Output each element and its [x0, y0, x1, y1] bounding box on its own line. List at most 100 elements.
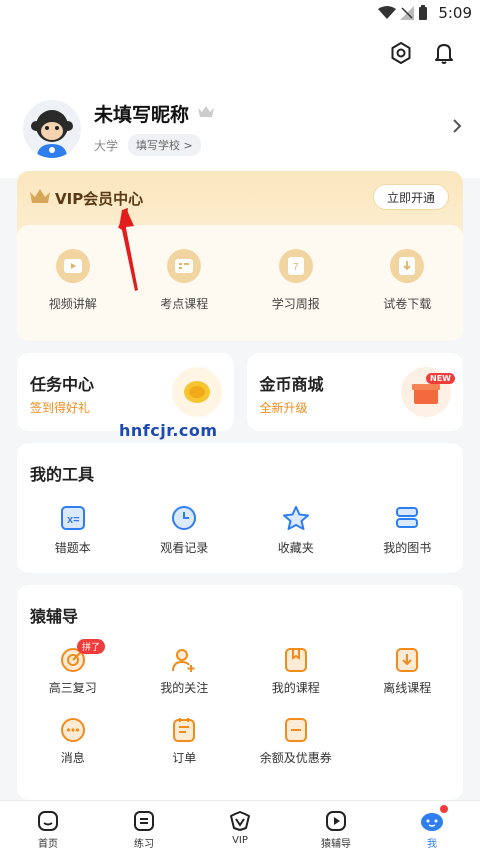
- tool-label: 观看记录: [160, 541, 209, 555]
- status-icons: [378, 5, 428, 21]
- fudao-label: 订单: [172, 751, 197, 765]
- vip-item-label: 视频讲解: [48, 297, 97, 311]
- svg-text:x=: x=: [67, 514, 80, 526]
- fudao-label: 我的关注: [160, 681, 209, 695]
- tool-favorites[interactable]: 收藏夹: [240, 505, 352, 556]
- fudao-row-1: 拼了 高三复习 我的关注 我的课程 离线课程: [17, 639, 464, 696]
- fudao-item-messages[interactable]: 消息: [17, 717, 129, 766]
- video-icon: [55, 249, 90, 283]
- message-icon: [60, 718, 85, 742]
- task-center-subtitle: 签到得好礼: [30, 401, 91, 415]
- coin-mall-card[interactable]: 金币商城 全新升级 NEW: [246, 353, 463, 431]
- books-icon: [396, 507, 419, 528]
- tab-me[interactable]: 我: [384, 801, 480, 855]
- vip-open-button[interactable]: 立即开通: [373, 184, 449, 210]
- fudao-label: 我的课程: [271, 681, 320, 695]
- fill-school-button[interactable]: 填写学校 >: [128, 134, 201, 156]
- fudao-label: 离线课程: [383, 681, 432, 695]
- vip-item-download[interactable]: 试卷下载: [352, 249, 464, 312]
- me-icon: [421, 813, 443, 831]
- vip-title: VIP会员中心: [55, 190, 144, 208]
- tool-wrong-questions[interactable]: x= 错题本: [17, 505, 129, 556]
- fudao-label: 余额及优惠券: [259, 751, 332, 765]
- vip-item-label: 考点课程: [160, 297, 209, 311]
- my-course-icon: [284, 648, 307, 672]
- my-tools-card: 我的工具 x= 错题本 观看记录 收藏夹 我的图书: [17, 443, 463, 573]
- avatar[interactable]: [23, 100, 81, 158]
- vip-item-course[interactable]: 考点课程: [129, 249, 241, 312]
- fudao-icon: [326, 811, 346, 831]
- fudao-item-senior-review[interactable]: 拼了 高三复习: [17, 639, 129, 696]
- order-icon: [173, 718, 196, 742]
- fudao-item-my-courses[interactable]: 我的课程: [240, 647, 352, 696]
- vip-header: VIP会员中心 立即开通: [17, 171, 463, 225]
- tab-home[interactable]: 首页: [0, 801, 96, 855]
- vip-features-panel: 视频讲解 考点课程 7 学习周报 试卷下载: [17, 225, 463, 341]
- school-row: 大学 填写学校 >: [94, 134, 201, 156]
- follow-icon: [172, 649, 195, 672]
- offline-course-icon: [396, 648, 419, 672]
- clock-time: 5:09: [438, 4, 472, 22]
- bottom-tab-bar: 首页 练习 VIP 猿辅导 我: [0, 800, 480, 855]
- vip-item-label: 试卷下载: [383, 297, 432, 311]
- vip-feature-list: 视频讲解 考点课程 7 学习周报 试卷下载: [17, 249, 463, 312]
- tools-list: x= 错题本 观看记录 收藏夹 我的图书: [17, 505, 463, 556]
- home-icon: [38, 811, 58, 831]
- weekly-report-icon: 7: [278, 249, 313, 283]
- tab-fudao[interactable]: 猿辅导: [288, 801, 384, 855]
- fudao-row-2: 消息 订单 余额及优惠券: [17, 717, 463, 766]
- tab-label: 首页: [38, 839, 58, 850]
- bell-icon[interactable]: [429, 38, 459, 68]
- coin-mall-title: 金币商城: [259, 375, 324, 394]
- top-bar: [0, 28, 480, 88]
- tab-vip[interactable]: VIP: [192, 801, 288, 855]
- new-badge: NEW: [426, 373, 455, 384]
- vip-center-card[interactable]: VIP会员中心 立即开通 视频讲解 考点课程 7 学习周报 试卷下载: [17, 171, 463, 341]
- tab-label: 练习: [134, 839, 154, 850]
- fudao-label: 高三复习: [48, 681, 97, 695]
- vip-item-label: 学习周报: [271, 297, 320, 311]
- coin-mall-subtitle: 全新升级: [259, 401, 308, 415]
- nickname[interactable]: 未填写昵称: [94, 100, 189, 127]
- status-bar: 5:09: [0, 0, 480, 28]
- tab-label: 猿辅导: [321, 839, 351, 850]
- profile-section[interactable]: 未填写昵称 大学 填写学校 >: [0, 88, 480, 168]
- practice-icon: [134, 811, 154, 831]
- vip-crown-icon: [30, 189, 50, 203]
- tool-label: 错题本: [54, 541, 91, 555]
- course-icon: [167, 249, 202, 283]
- fudao-title: 猿辅导: [30, 607, 79, 626]
- promo-badge: 拼了: [77, 639, 106, 654]
- clock-icon: [172, 506, 197, 530]
- vip-item-weekly[interactable]: 7 学习周报: [240, 249, 352, 312]
- university-label: 大学: [94, 138, 119, 153]
- tool-watch-history[interactable]: 观看记录: [129, 505, 241, 556]
- tab-label: 我: [427, 839, 437, 850]
- fudao-item-offline-courses[interactable]: 离线课程: [352, 647, 464, 696]
- wifi-icon: [378, 6, 396, 19]
- download-icon: [390, 249, 425, 283]
- crown-icon: [198, 106, 214, 117]
- balance-icon: [284, 718, 307, 742]
- tool-label: 我的图书: [383, 541, 432, 555]
- tab-practice[interactable]: 练习: [96, 801, 192, 855]
- fudao-item-orders[interactable]: 订单: [129, 717, 241, 766]
- coin-icon: [171, 367, 222, 417]
- fudao-label: 消息: [60, 751, 85, 765]
- notification-dot: [440, 805, 448, 813]
- chevron-right-icon[interactable]: [452, 118, 462, 134]
- tools-title: 我的工具: [30, 465, 95, 484]
- no-signal-icon: [400, 6, 414, 20]
- battery-icon: [419, 5, 427, 20]
- fudao-item-balance[interactable]: 余额及优惠券: [240, 717, 352, 766]
- task-center-card[interactable]: 任务中心 签到得好礼: [17, 353, 234, 431]
- tool-my-books[interactable]: 我的图书: [352, 505, 464, 556]
- tool-label: 收藏夹: [277, 541, 314, 555]
- wrong-questions-icon: x=: [60, 506, 85, 530]
- fudao-card: 猿辅导 拼了 高三复习 我的关注 我的课程 离线课程 消息 订单 余额及优惠券: [17, 585, 463, 800]
- vip-item-video[interactable]: 视频讲解: [17, 249, 129, 312]
- settings-icon[interactable]: [386, 38, 416, 68]
- fudao-item-following[interactable]: 我的关注: [129, 647, 241, 696]
- watermark-text: hnfcjr.com: [119, 421, 218, 440]
- star-icon: [282, 506, 309, 530]
